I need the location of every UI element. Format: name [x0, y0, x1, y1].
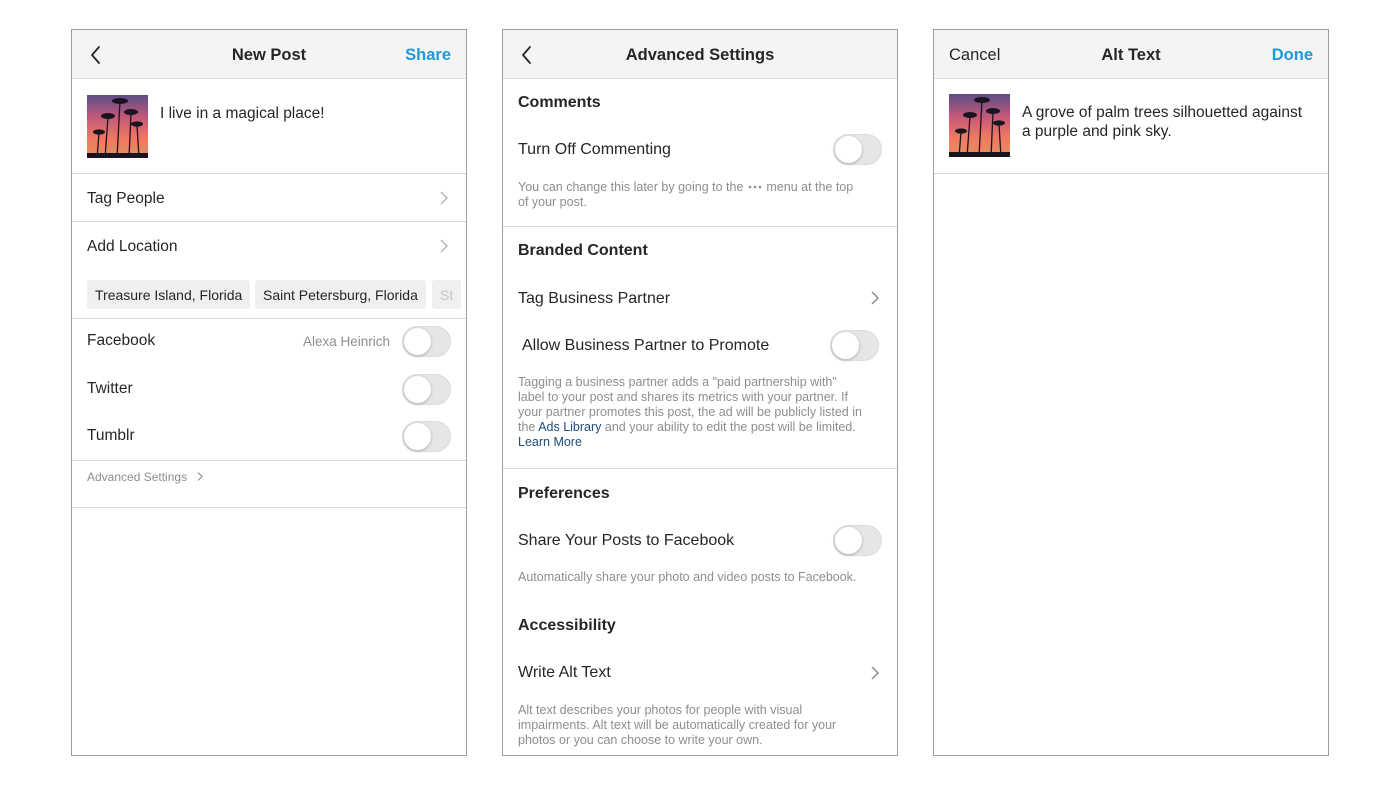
page-title: Alt Text: [1101, 46, 1161, 64]
tag-people-label: Tag People: [87, 190, 165, 207]
new-post-header: New Post Share: [72, 30, 466, 79]
tumblr-label: Tumblr: [87, 427, 135, 444]
allow-partner-promote-label: Allow Business Partner to Promote: [522, 337, 770, 354]
turn-off-commenting-toggle[interactable]: [833, 134, 882, 165]
toggle-knob: [404, 376, 431, 403]
divider: [72, 507, 466, 508]
post-thumbnail: [949, 94, 1010, 157]
share-button[interactable]: Share: [405, 46, 451, 65]
alt-text-header: Cancel Alt Text Done: [934, 30, 1328, 79]
hint-text: label to your post and shares its metric…: [518, 390, 849, 404]
page-title: Advanced Settings: [625, 46, 775, 64]
divider: [934, 173, 1328, 174]
chevron-right-icon: [440, 239, 449, 253]
tag-people-row[interactable]: Tag People: [72, 174, 466, 221]
more-dots-icon: [748, 185, 762, 189]
twitter-label: Twitter: [87, 380, 133, 397]
branded-content-section-title: Branded Content: [518, 242, 648, 259]
divider: [72, 318, 466, 319]
alt-text-line: a purple and pink sky.: [1022, 123, 1172, 140]
hint-text: the: [518, 420, 536, 434]
alt-text-hint: Alt text describes your photos for peopl…: [518, 703, 886, 748]
hint-text: Tagging a business partner adds a "paid …: [518, 375, 837, 389]
hint-text: photos or you can choose to write your o…: [518, 733, 763, 747]
caption-input[interactable]: I live in a magical place!: [160, 105, 325, 123]
location-chip[interactable]: Treasure Island, Florida: [87, 280, 251, 309]
hint-text: Alt text describes your photos for peopl…: [518, 703, 803, 717]
learn-more-link[interactable]: Learn More: [518, 435, 582, 449]
advanced-settings-panel: Advanced Settings Comments Turn Off Comm…: [502, 29, 898, 756]
hint-text: You can change this later by going to th…: [518, 180, 744, 194]
location-chip[interactable]: Saint Petersburg, Florida: [255, 280, 426, 309]
add-location-label: Add Location: [87, 238, 178, 255]
new-post-panel: New Post Share I live in a magical place…: [71, 29, 467, 756]
share-to-facebook-hint: Automatically share your photo and video…: [518, 570, 857, 584]
alt-text-input[interactable]: A grove of palm trees silhouetted agains…: [1022, 103, 1317, 141]
share-to-facebook-toggle[interactable]: [833, 525, 882, 556]
tag-business-partner-row[interactable]: Tag Business Partner: [503, 276, 897, 320]
done-button[interactable]: Done: [1272, 46, 1313, 65]
toggle-knob: [835, 136, 862, 163]
share-to-facebook-label: Share Your Posts to Facebook: [518, 532, 735, 549]
alt-text-panel: Cancel Alt Text Done A grove of palm tre…: [933, 29, 1329, 756]
tumblr-toggle[interactable]: [402, 421, 451, 452]
chevron-right-icon: [871, 291, 880, 305]
toggle-knob: [404, 423, 431, 450]
hint-text: and your ability to edit the post will b…: [604, 420, 856, 434]
ads-library-link[interactable]: Ads Library: [538, 420, 601, 434]
facebook-label: Facebook: [87, 332, 156, 349]
allow-partner-promote-toggle[interactable]: [830, 330, 879, 361]
toggle-knob: [404, 328, 431, 355]
toggle-knob: [832, 332, 859, 359]
toggle-knob: [835, 527, 862, 554]
commenting-hint: You can change this later by going to th…: [518, 180, 886, 210]
alt-text-line: A grove of palm trees silhouetted agains…: [1022, 104, 1303, 121]
facebook-account: Alexa Heinrich: [303, 334, 391, 349]
write-alt-text-row[interactable]: Write Alt Text: [503, 650, 897, 696]
hint-text: impairments. Alt text will be automatica…: [518, 718, 837, 732]
divider: [72, 460, 466, 461]
advanced-settings-header: Advanced Settings: [503, 30, 897, 79]
write-alt-text-label: Write Alt Text: [518, 664, 611, 681]
tag-business-partner-label: Tag Business Partner: [518, 290, 671, 307]
advanced-settings-label: Advanced Settings: [87, 470, 188, 484]
chevron-right-icon: [440, 191, 449, 205]
post-thumbnail: [87, 95, 148, 158]
add-location-row[interactable]: Add Location: [72, 222, 466, 270]
hint-text: your partner promotes this post, the ad …: [518, 405, 862, 419]
comments-section-title: Comments: [518, 94, 601, 111]
twitter-toggle[interactable]: [402, 374, 451, 405]
chevron-right-icon: [871, 666, 880, 680]
turn-off-commenting-label: Turn Off Commenting: [518, 141, 671, 158]
advanced-settings-link[interactable]: Advanced Settings: [87, 468, 204, 486]
hint-text: of your post.: [518, 195, 587, 209]
hint-text: menu at the top: [766, 180, 854, 194]
chevron-right-icon: [197, 472, 203, 481]
branded-content-hint: Tagging a business partner adds a "paid …: [518, 375, 886, 450]
facebook-toggle[interactable]: [402, 326, 451, 357]
accessibility-section-title: Accessibility: [518, 617, 616, 634]
divider: [503, 468, 897, 469]
preferences-section-title: Preferences: [518, 485, 610, 502]
divider: [503, 226, 897, 227]
location-chip[interactable]: St: [432, 280, 462, 309]
